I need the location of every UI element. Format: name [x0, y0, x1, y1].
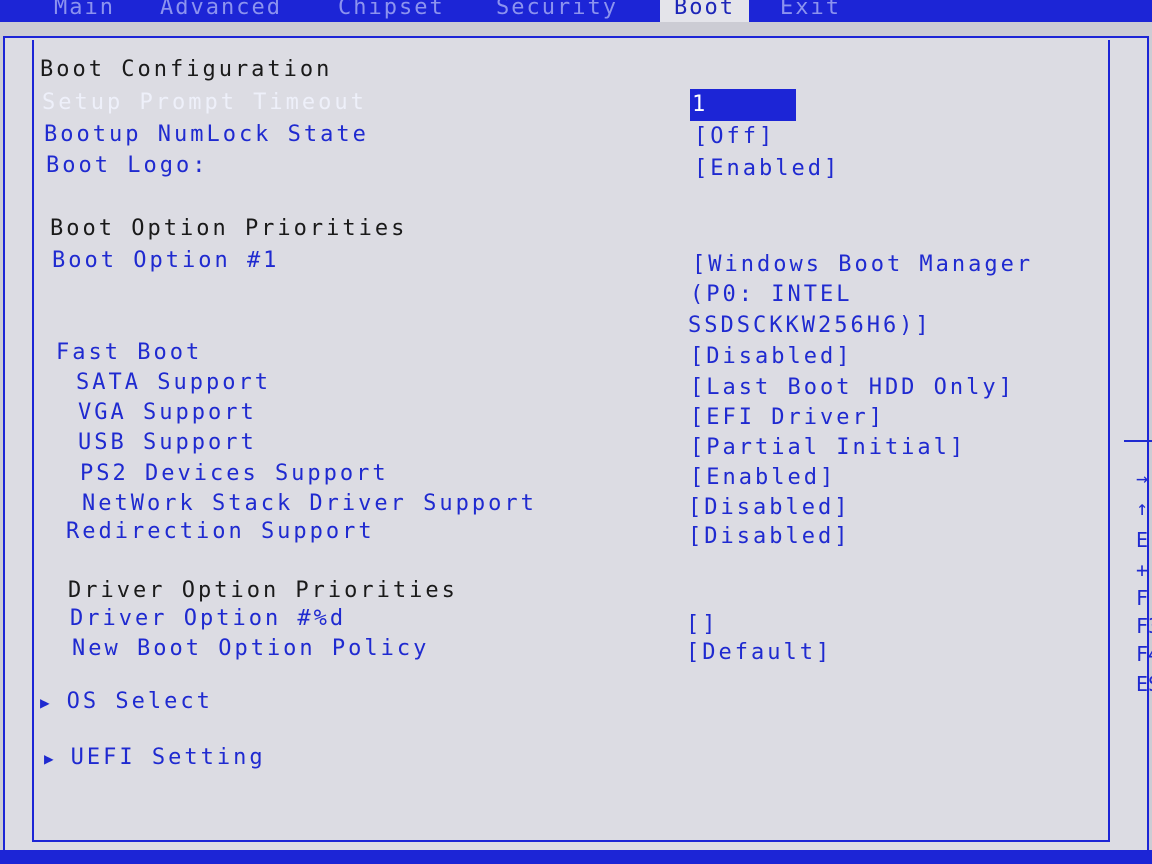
help-panel: [1112, 40, 1152, 850]
new-boot-option-policy-label[interactable]: New Boot Option Policy: [72, 636, 429, 662]
driver-option-value[interactable]: []: [686, 612, 719, 638]
fast-boot-value[interactable]: [Disabled]: [690, 344, 852, 370]
bootup-numlock-label[interactable]: Bootup NumLock State: [44, 122, 369, 148]
help-key-f4: F4: [1136, 642, 1152, 666]
uefi-setting-label[interactable]: UEFI Setting: [71, 745, 266, 770]
boot-option-1-value-line1[interactable]: [Windows Boot Manager: [692, 252, 1033, 278]
sata-support-label[interactable]: SATA Support: [76, 370, 271, 396]
os-select-label[interactable]: OS Select: [67, 689, 213, 714]
setup-prompt-timeout-value[interactable]: 1: [692, 92, 708, 118]
ps2-devices-support-label[interactable]: PS2 Devices Support: [80, 461, 389, 487]
help-key-f3: F3: [1136, 614, 1152, 638]
status-bar: [0, 850, 1152, 864]
tab-advanced[interactable]: Advanced: [160, 0, 282, 22]
help-key-right-arrow: →: [1136, 466, 1149, 490]
usb-support-value[interactable]: [Partial Initial]: [690, 435, 966, 461]
usb-support-label[interactable]: USB Support: [78, 430, 257, 456]
setup-prompt-timeout-label[interactable]: Setup Prompt Timeout: [42, 90, 367, 116]
ps2-devices-support-value[interactable]: [Enabled]: [690, 465, 836, 491]
help-key-esc: ES: [1136, 672, 1152, 696]
tab-security[interactable]: Security: [496, 0, 618, 22]
redirection-support-value[interactable]: [Disabled]: [688, 524, 850, 550]
help-key-up-arrow: ↑: [1136, 496, 1149, 520]
tab-chipset[interactable]: Chipset: [338, 0, 445, 22]
network-stack-driver-support-label[interactable]: NetWork Stack Driver Support: [82, 491, 537, 517]
redirection-support-label[interactable]: Redirection Support: [66, 519, 375, 545]
help-key-enter: E: [1136, 528, 1149, 552]
os-select-submenu[interactable]: ▶ OS Select: [40, 689, 213, 716]
section-boot-option-priorities: Boot Option Priorities: [50, 216, 408, 241]
boot-option-1-value-line2[interactable]: (P0: INTEL: [690, 282, 852, 308]
tab-main[interactable]: Main: [54, 0, 115, 22]
new-boot-option-policy-value[interactable]: [Default]: [686, 640, 832, 666]
section-driver-option-priorities: Driver Option Priorities: [68, 578, 458, 603]
menu-bar: Main Advanced Chipset Security Boot Exit: [0, 0, 1152, 22]
tab-exit[interactable]: Exit: [780, 0, 841, 22]
vga-support-label[interactable]: VGA Support: [78, 400, 257, 426]
vga-support-value[interactable]: [EFI Driver]: [690, 405, 885, 431]
driver-option-label[interactable]: Driver Option #%d: [70, 606, 346, 632]
submenu-arrow-icon: ▶: [40, 693, 53, 712]
help-key-f1: F: [1136, 586, 1149, 610]
uefi-setting-submenu[interactable]: ▶ UEFI Setting: [44, 745, 266, 772]
submenu-arrow-icon: ▶: [44, 749, 57, 768]
section-boot-configuration: Boot Configuration: [40, 57, 333, 82]
boot-logo-value[interactable]: [Enabled]: [694, 156, 840, 182]
network-stack-driver-support-value[interactable]: [Disabled]: [688, 495, 850, 521]
fast-boot-label[interactable]: Fast Boot: [56, 340, 202, 366]
boot-option-1-label[interactable]: Boot Option #1: [52, 248, 279, 274]
sata-support-value[interactable]: [Last Boot HDD Only]: [690, 375, 1015, 401]
help-key-plus: +: [1136, 558, 1149, 582]
boot-logo-label[interactable]: Boot Logo:: [46, 153, 208, 179]
bootup-numlock-value[interactable]: [Off]: [694, 124, 775, 150]
tab-boot[interactable]: Boot: [660, 0, 749, 22]
help-divider: [1124, 440, 1152, 442]
boot-option-1-value-line3[interactable]: SSDSCKKW256H6)]: [688, 313, 932, 339]
